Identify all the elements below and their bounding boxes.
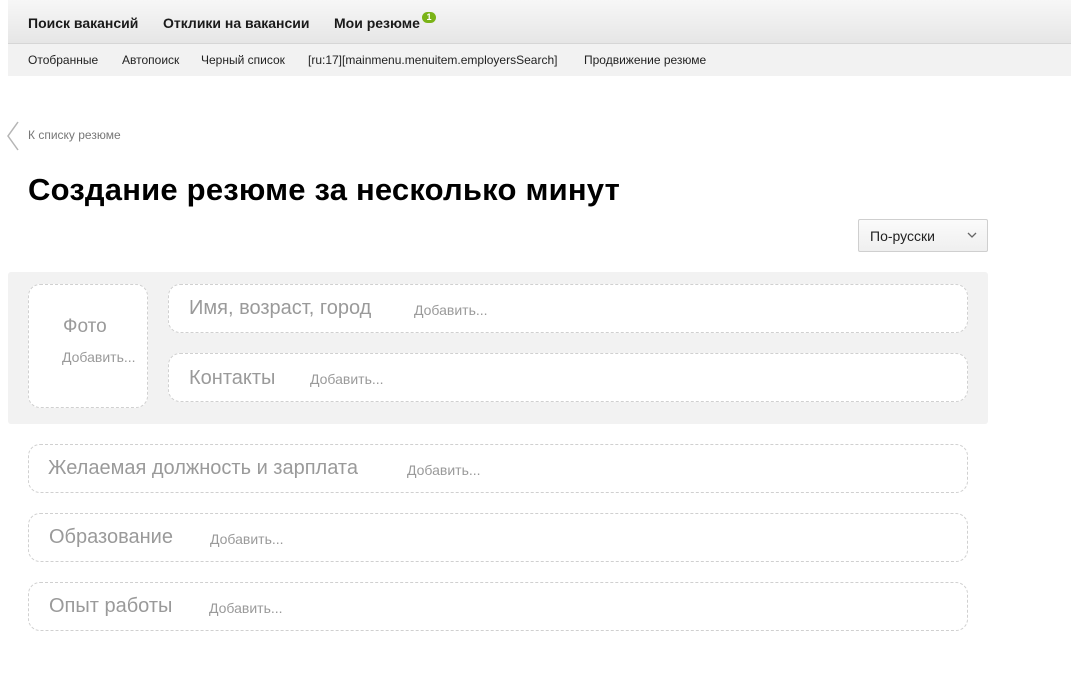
contacts-add-link[interactable]: Добавить... bbox=[310, 371, 384, 387]
work-experience-card[interactable]: Опыт работы Добавить... bbox=[28, 582, 968, 631]
language-select-value: По-русски bbox=[870, 228, 935, 244]
subnav-employers-search[interactable]: [ru:17][mainmenu.menuitem.employersSearc… bbox=[308, 53, 557, 67]
chevron-down-icon bbox=[967, 232, 977, 238]
nav-responses[interactable]: Отклики на вакансии bbox=[163, 15, 310, 31]
nav-vacancy-search[interactable]: Поиск вакансий bbox=[28, 15, 138, 31]
nav-my-resumes[interactable]: Мои резюме bbox=[334, 15, 420, 31]
resume-count-badge: 1 bbox=[422, 12, 436, 23]
main-navigation: Поиск вакансий Отклики на вакансии Мои р… bbox=[8, 0, 1071, 44]
name-age-city-add-link[interactable]: Добавить... bbox=[414, 302, 488, 318]
subnav-favorites[interactable]: Отобранные bbox=[28, 53, 98, 67]
work-experience-title: Опыт работы bbox=[49, 595, 173, 617]
desired-position-title: Желаемая должность и зарплата bbox=[48, 457, 358, 479]
photo-add-link[interactable]: Добавить... bbox=[62, 349, 136, 365]
contacts-card[interactable]: Контакты Добавить... bbox=[168, 353, 968, 402]
education-card[interactable]: Образование Добавить... bbox=[28, 513, 968, 562]
education-add-link[interactable]: Добавить... bbox=[210, 531, 284, 547]
back-link-label: К списку резюме bbox=[28, 128, 121, 142]
contacts-title: Контакты bbox=[189, 367, 276, 389]
sub-navigation: Отобранные Автопоиск Черный список [ru:1… bbox=[8, 44, 1071, 76]
name-age-city-title: Имя, возраст, город bbox=[189, 297, 372, 319]
education-title: Образование bbox=[49, 526, 173, 548]
subnav-autosearch[interactable]: Автопоиск bbox=[122, 53, 179, 67]
name-age-city-card[interactable]: Имя, возраст, город Добавить... bbox=[168, 284, 968, 333]
photo-card[interactable]: Фото Добавить... bbox=[28, 284, 148, 408]
desired-position-card[interactable]: Желаемая должность и зарплата Добавить..… bbox=[28, 444, 968, 493]
work-experience-add-link[interactable]: Добавить... bbox=[209, 600, 283, 616]
language-select[interactable]: По-русски bbox=[858, 219, 988, 252]
chevron-left-icon bbox=[7, 121, 19, 151]
photo-title: Фото bbox=[63, 316, 107, 337]
subnav-resume-promotion[interactable]: Продвижение резюме bbox=[584, 53, 706, 67]
page-title: Создание резюме за несколько минут bbox=[28, 172, 620, 207]
desired-position-add-link[interactable]: Добавить... bbox=[407, 462, 481, 478]
subnav-blacklist[interactable]: Черный список bbox=[201, 53, 285, 67]
